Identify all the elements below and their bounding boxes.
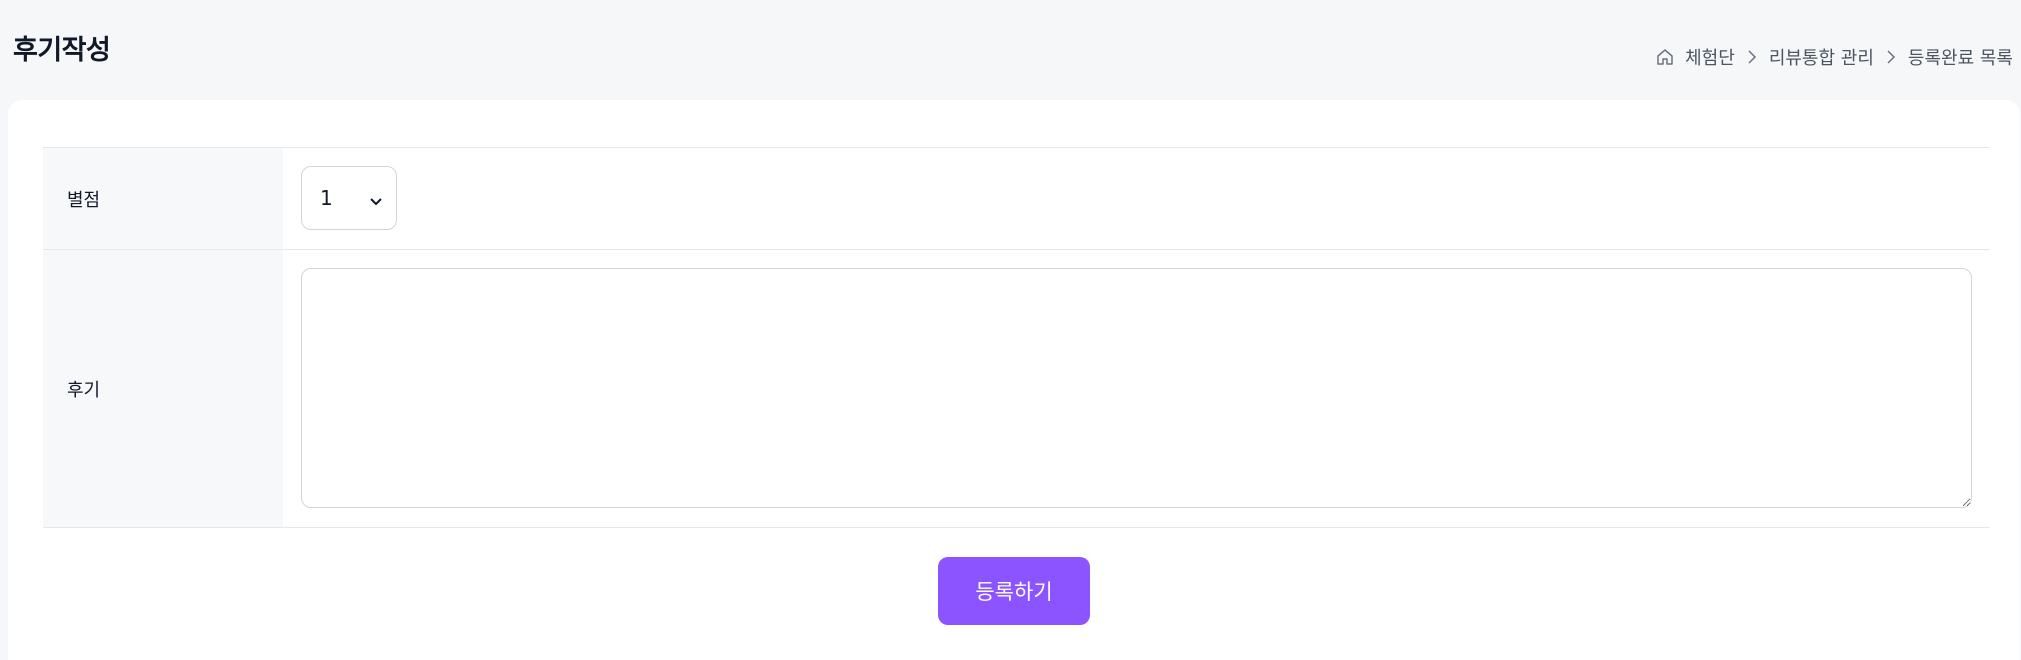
chevron-right-icon (1884, 47, 1898, 67)
rating-select-value: 1 (320, 186, 333, 210)
submit-area: 등록하기 (8, 557, 2020, 625)
chevron-right-icon (1745, 47, 1759, 67)
chevron-down-icon (368, 190, 384, 206)
review-field (283, 250, 1990, 527)
home-icon[interactable] (1655, 47, 1675, 67)
review-textarea[interactable] (301, 268, 1972, 508)
breadcrumb-item-experience-group[interactable]: 체험단 (1685, 44, 1735, 70)
rating-label: 별점 (43, 148, 283, 249)
breadcrumb-item-review-management[interactable]: 리뷰통합 관리 (1769, 44, 1874, 70)
review-row: 후기 (43, 250, 1990, 528)
breadcrumb-item-registered-list[interactable]: 등록완료 목록 (1908, 44, 2013, 70)
rating-select[interactable]: 1 (301, 166, 397, 230)
rating-row: 별점 1 (43, 148, 1990, 250)
form-card: 별점 1 후기 등록하기 (8, 100, 2020, 660)
page-header: 후기작성 체험단 리뷰통합 관리 등록완료 목록 (0, 0, 2021, 100)
rating-field: 1 (283, 148, 1990, 249)
review-label: 후기 (43, 250, 283, 527)
page-title: 후기작성 (13, 35, 111, 66)
review-form: 별점 1 후기 (43, 147, 1990, 528)
breadcrumb: 체험단 리뷰통합 관리 등록완료 목록 (1655, 44, 2013, 70)
submit-button[interactable]: 등록하기 (938, 557, 1090, 625)
